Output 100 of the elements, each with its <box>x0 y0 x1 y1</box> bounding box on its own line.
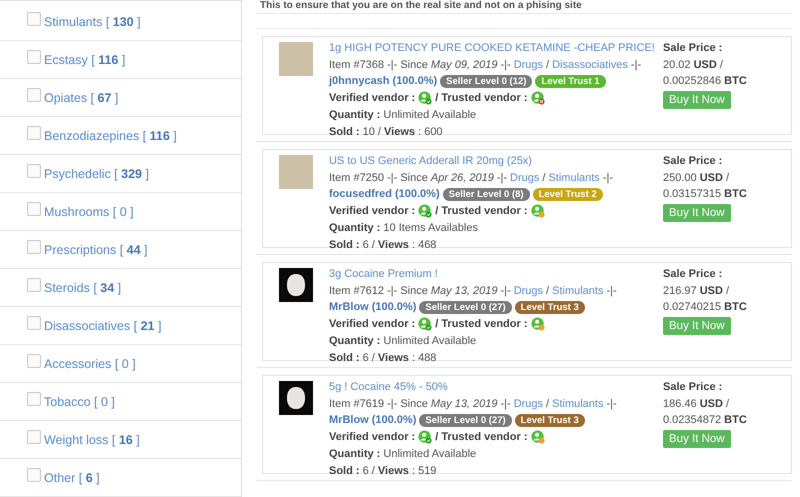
category-link[interactable]: Stimulants <box>548 172 600 184</box>
btc-price-text: 0.02740215 BTC <box>663 300 748 316</box>
meta-text: -|- <box>606 398 617 410</box>
quantity-text: Quantity : Unlimited Available <box>329 446 478 462</box>
meta-text: -|- <box>500 58 511 71</box>
listing-title-link[interactable]: 5g ! Cocaine 45% - 50% <box>329 381 448 393</box>
btc-price-text: 0.03157315 BTC <box>663 187 748 202</box>
category-link[interactable]: Stimulants [ 130 ] <box>44 14 141 28</box>
category-link[interactable]: Drugs <box>514 398 544 410</box>
buy-it-now-button[interactable]: Buy It Now <box>663 91 731 110</box>
usd-price-text: 20.02 USD / <box>663 58 724 73</box>
category-link[interactable]: Tobacco [ 0 ] <box>44 394 115 408</box>
photo-placeholder <box>279 42 313 76</box>
buy-it-now-button[interactable]: Buy It Now <box>663 204 731 222</box>
buy-it-now-button[interactable]: Buy It Now <box>663 430 731 448</box>
meta-text: / <box>542 172 546 184</box>
category-link[interactable]: Weight loss [ 16 ] <box>44 432 140 446</box>
meta-text: -|- <box>606 284 617 297</box>
category-link[interactable]: Mushrooms [ 0 ] <box>44 204 134 218</box>
level-badge: Level Trust 3 <box>514 301 585 314</box>
meta-text: / <box>546 284 550 297</box>
meta-text: / <box>546 398 550 410</box>
trusted-vendor-label: / Trusted vendor : <box>435 317 528 332</box>
category-checkbox[interactable] <box>27 468 41 482</box>
category-link[interactable]: Drugs <box>514 284 544 297</box>
category-checkbox[interactable] <box>27 430 41 444</box>
sale-price-label: Sale Price : <box>663 41 724 56</box>
category-checkbox[interactable] <box>27 202 41 216</box>
trusted-vendor-label: / Trusted vendor : <box>435 91 528 106</box>
category-link[interactable]: Stimulants <box>552 284 604 297</box>
meta-text: -|- <box>500 284 511 297</box>
usd-price-text: 216.97 USD / <box>663 284 730 299</box>
meta-text: Item #7368 -|- Since <box>329 58 428 71</box>
category-link[interactable]: Steroids [ 34 ] <box>44 280 122 294</box>
verified-vendor-label: Verified vendor : <box>329 204 416 220</box>
photo-placeholder <box>279 381 313 415</box>
date-text: May 13, 2019 <box>430 398 498 410</box>
level-badge: Seller Level 0 (27) <box>419 301 512 314</box>
sold-views-text: Sold : 6 / Views : 519 <box>329 464 438 479</box>
seller-link[interactable]: (100.0%) <box>392 75 438 88</box>
category-checkbox[interactable] <box>27 88 41 102</box>
seller-link[interactable]: MrBlow <box>329 301 369 314</box>
sale-price-label: Sale Price : <box>663 267 724 282</box>
category-checkbox[interactable] <box>27 12 41 26</box>
usd-price-text: 186.46 USD / <box>663 396 730 412</box>
category-checkbox[interactable] <box>27 164 41 178</box>
listing-title-link[interactable]: 3g Cocaine Premium ! <box>329 268 438 280</box>
sold-views-text: Sold : 6 / Views : 488 <box>329 350 438 366</box>
verified-vendor-label: Verified vendor : <box>329 91 416 106</box>
usd-price-text: 250.00 USD / <box>663 170 730 186</box>
meta-text: -|- <box>630 58 642 71</box>
meta-text: Item #7619 -|- Since <box>329 398 428 410</box>
meta-text: -|- <box>500 398 511 410</box>
seller-link[interactable]: (100.0%) <box>394 188 440 200</box>
seller-link[interactable]: (100.0%) <box>372 414 416 426</box>
category-link[interactable]: Other [ 6 ] <box>44 470 100 484</box>
seller-link[interactable]: j0hnnycash <box>329 75 390 88</box>
buy-it-now-button[interactable]: Buy It Now <box>663 317 731 336</box>
level-badge: Seller Level 0 (8) <box>442 188 530 202</box>
category-link[interactable]: Accessories [ 0 ] <box>44 356 136 370</box>
listing-title-link[interactable]: 1g HIGH POTENCY PURE COOKED KETAMINE -CHEAP PRICE! <box>329 42 655 54</box>
level-badge: Level Trust 2 <box>532 188 603 202</box>
seller-link[interactable]: focusedfred <box>329 188 392 200</box>
quantity-text: Quantity : Unlimited Available <box>329 334 478 349</box>
category-link[interactable]: Drugs <box>510 172 540 184</box>
listing-title-link[interactable]: US to US Generic Adderall IR 20mg (25x) <box>329 155 532 167</box>
level-badge: Level Trust 1 <box>535 75 606 88</box>
category-link[interactable]: Opiates [ 67 ] <box>44 90 118 104</box>
trusted-vendor-label: / Trusted vendor : <box>435 430 528 446</box>
quantity-text: Quantity : Unlimited Available <box>329 108 478 123</box>
category-checkbox[interactable] <box>27 126 41 140</box>
level-badge: Level Trust 3 <box>514 414 585 428</box>
category-link[interactable]: Ecstasy [ 116 ] <box>44 52 126 66</box>
category-link[interactable]: Psychedelic [ 329 ] <box>44 166 149 180</box>
date-text: May 09, 2019 <box>430 58 498 71</box>
sale-price-label: Sale Price : <box>663 380 724 395</box>
level-badge: Seller Level 0 (12) <box>440 75 532 88</box>
category-link[interactable]: Drugs <box>514 58 544 71</box>
category-checkbox[interactable] <box>27 354 41 368</box>
category-checkbox[interactable] <box>27 50 41 64</box>
category-checkbox[interactable] <box>27 316 41 330</box>
seller-link[interactable]: MrBlow <box>329 414 369 426</box>
category-checkbox[interactable] <box>27 392 41 406</box>
trusted-vendor-label: / Trusted vendor : <box>435 204 528 220</box>
category-link[interactable]: Disassociatives <box>552 58 628 71</box>
meta-text: -|- <box>496 172 508 184</box>
date-text: Apr 26, 2019 <box>430 172 494 184</box>
category-link[interactable]: Stimulants <box>552 398 604 410</box>
category-link[interactable]: Benzodiazepines [ 116 ] <box>44 128 177 142</box>
category-link[interactable]: Disassociatives [ 21 ] <box>44 318 162 332</box>
date-text: May 13, 2019 <box>430 284 498 297</box>
photo-placeholder <box>279 155 313 189</box>
level-badge: Seller Level 0 (27) <box>419 414 512 428</box>
category-checkbox[interactable] <box>27 278 41 292</box>
category-link[interactable]: Prescriptions [ 44 ] <box>44 242 148 256</box>
meta-text: Item #7612 -|- Since <box>329 284 428 297</box>
sold-views-text: Sold : 6 / Views : 468 <box>329 238 438 253</box>
btc-price-text: 0.00252846 BTC <box>663 74 748 90</box>
category-checkbox[interactable] <box>27 240 41 254</box>
seller-link[interactable]: (100.0%) <box>372 301 416 314</box>
